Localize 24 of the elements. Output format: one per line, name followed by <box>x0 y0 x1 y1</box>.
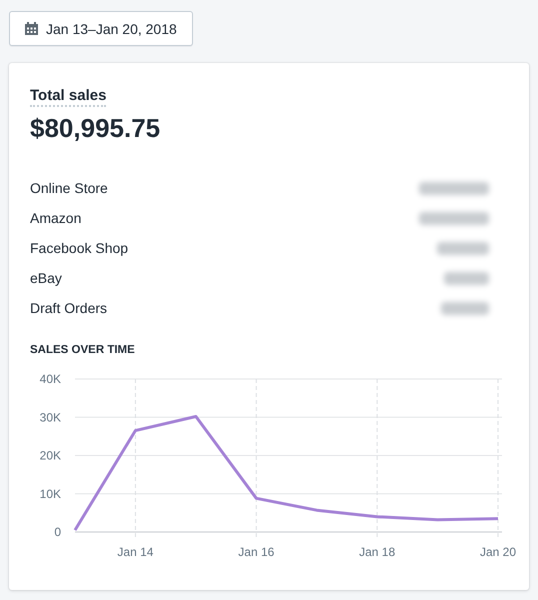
calendar-icon <box>24 21 39 36</box>
x-axis-label: Jan 20 <box>480 545 516 559</box>
y-axis-label: 30K <box>40 410 61 424</box>
blurred-value <box>419 212 489 224</box>
channel-name: Facebook Shop <box>30 240 128 256</box>
x-axis-label: Jan 16 <box>238 545 274 559</box>
blurred-value <box>437 242 489 254</box>
x-axis-label: Jan 18 <box>359 545 396 559</box>
channel-name: eBay <box>30 270 62 286</box>
channel-name: Draft Orders <box>30 300 108 316</box>
card-title: Total sales <box>30 87 106 107</box>
blurred-value <box>444 272 489 284</box>
channel-name: Amazon <box>30 210 82 226</box>
y-axis-label: 40K <box>40 372 61 386</box>
blurred-value <box>419 182 489 194</box>
x-axis-label: Jan 14 <box>117 545 154 559</box>
y-axis-label: 10K <box>40 486 61 501</box>
blurred-value <box>441 302 489 314</box>
y-axis-label: 20K <box>40 448 61 462</box>
date-range-button[interactable]: Jan 13–Jan 20, 2018 <box>9 11 193 46</box>
channel-name: Online Store <box>30 180 108 196</box>
chart-title: SALES OVER TIME <box>30 344 136 356</box>
y-axis-label: 0 <box>54 525 61 539</box>
total-amount: $80,995.75 <box>30 113 162 144</box>
